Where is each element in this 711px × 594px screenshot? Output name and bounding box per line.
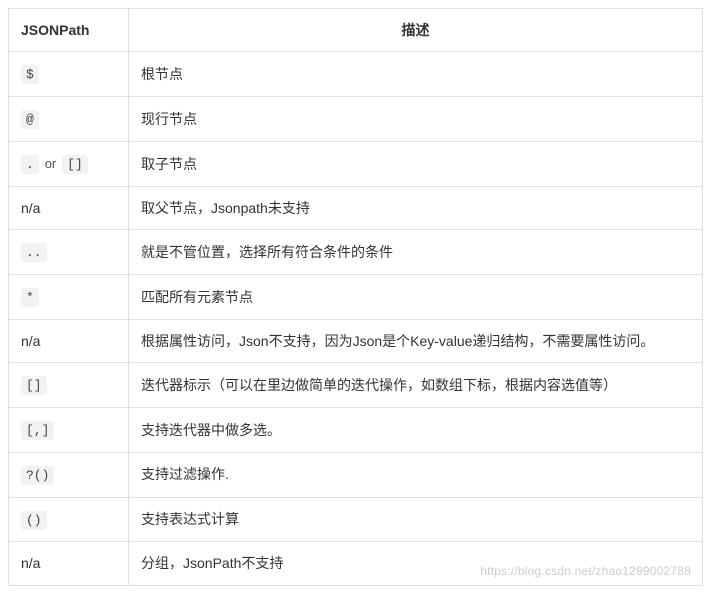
header-jsonpath: JSONPath xyxy=(9,9,129,52)
table-row: .. 就是不管位置，选择所有符合条件的条件 xyxy=(9,230,703,275)
description-cell: 分组，JsonPath不支持 xyxy=(129,542,703,585)
jsonpath-token: * xyxy=(21,288,39,307)
jsonpath-token: $ xyxy=(21,65,39,84)
table-row: n/a 分组，JsonPath不支持 xyxy=(9,542,703,585)
jsonpath-token: @ xyxy=(21,110,39,129)
jsonpath-cell: n/a xyxy=(9,186,129,229)
jsonpath-reference-table: JSONPath 描述 $ 根节点 @ 现行节点 . or [] 取子节点 n/… xyxy=(8,8,703,586)
description-cell: 支持迭代器中做多选。 xyxy=(129,407,703,452)
description-cell: 支持表达式计算 xyxy=(129,497,703,542)
jsonpath-cell: n/a xyxy=(9,319,129,362)
table-row: [] 迭代器标示（可以在里边做简单的迭代操作，如数组下标，根据内容选值等） xyxy=(9,363,703,408)
jsonpath-cell: @ xyxy=(9,97,129,142)
jsonpath-cell: $ xyxy=(9,52,129,97)
description-cell: 就是不管位置，选择所有符合条件的条件 xyxy=(129,230,703,275)
description-cell: 根据属性访问，Json不支持，因为Json是个Key-value递归结构，不需要… xyxy=(129,319,703,362)
jsonpath-cell: [,] xyxy=(9,407,129,452)
jsonpath-cell: * xyxy=(9,274,129,319)
table-row: ?() 支持过滤操作. xyxy=(9,452,703,497)
jsonpath-token: () xyxy=(21,511,47,530)
description-cell: 取父节点，Jsonpath未支持 xyxy=(129,186,703,229)
table-header-row: JSONPath 描述 xyxy=(9,9,703,52)
table-row: n/a 根据属性访问，Json不支持，因为Json是个Key-value递归结构… xyxy=(9,319,703,362)
jsonpath-cell: . or [] xyxy=(9,141,129,186)
jsonpath-token: [,] xyxy=(21,421,54,440)
description-cell: 取子节点 xyxy=(129,141,703,186)
description-cell: 支持过滤操作. xyxy=(129,452,703,497)
jsonpath-token: ?() xyxy=(21,466,54,485)
table-row: @ 现行节点 xyxy=(9,97,703,142)
description-cell: 根节点 xyxy=(129,52,703,97)
table-row: () 支持表达式计算 xyxy=(9,497,703,542)
jsonpath-cell: ?() xyxy=(9,452,129,497)
table-row: $ 根节点 xyxy=(9,52,703,97)
jsonpath-token: .. xyxy=(21,243,47,262)
jsonpath-cell: () xyxy=(9,497,129,542)
table-body: $ 根节点 @ 现行节点 . or [] 取子节点 n/a 取父节点，Jsonp… xyxy=(9,52,703,585)
jsonpath-token: [] xyxy=(21,376,47,395)
or-label: or xyxy=(43,156,59,171)
description-cell: 现行节点 xyxy=(129,97,703,142)
description-cell: 迭代器标示（可以在里边做简单的迭代操作，如数组下标，根据内容选值等） xyxy=(129,363,703,408)
jsonpath-cell: [] xyxy=(9,363,129,408)
description-cell: 匹配所有元素节点 xyxy=(129,274,703,319)
table-row: [,] 支持迭代器中做多选。 xyxy=(9,407,703,452)
table-row: n/a 取父节点，Jsonpath未支持 xyxy=(9,186,703,229)
jsonpath-plain: n/a xyxy=(21,200,40,216)
header-description: 描述 xyxy=(129,9,703,52)
jsonpath-plain: n/a xyxy=(21,333,40,349)
jsonpath-token: . xyxy=(21,155,39,174)
jsonpath-cell: .. xyxy=(9,230,129,275)
jsonpath-plain: n/a xyxy=(21,555,40,571)
table-row: * 匹配所有元素节点 xyxy=(9,274,703,319)
jsonpath-cell: n/a xyxy=(9,542,129,585)
jsonpath-token: [] xyxy=(62,155,88,174)
table-row: . or [] 取子节点 xyxy=(9,141,703,186)
